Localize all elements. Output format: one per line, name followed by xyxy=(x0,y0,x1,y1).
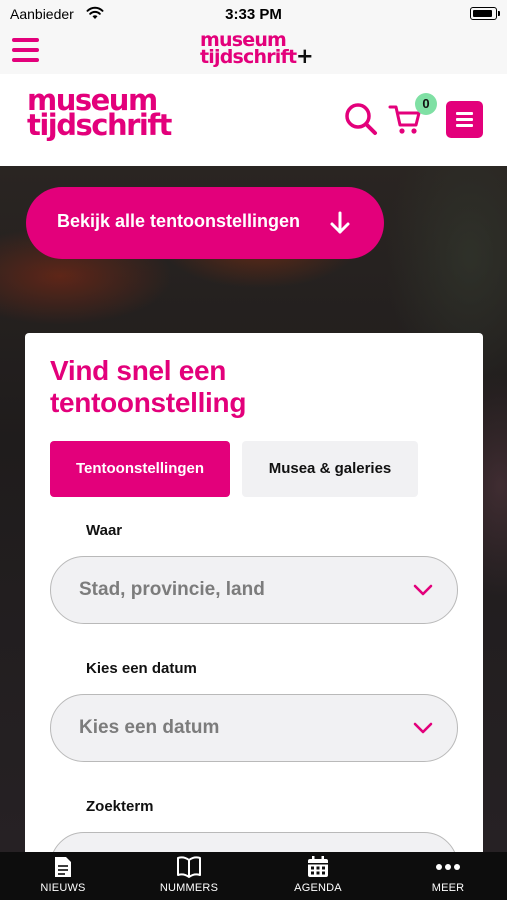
tab-issues[interactable]: NUMMERS xyxy=(126,852,252,900)
tab-issues-label: NUMMERS xyxy=(159,882,219,894)
battery-level xyxy=(472,9,493,17)
search-term-label: Zoekterm xyxy=(86,798,154,815)
menu-line xyxy=(456,118,473,121)
menu-line xyxy=(456,124,473,127)
exhibition-finder-card: Vind snel een tentoonstelling Tentoonste… xyxy=(25,333,483,852)
view-all-exhibitions-button[interactable]: Bekijk alle tentoonstellingen xyxy=(26,187,384,259)
site-logo[interactable]: museum tijdschrift xyxy=(27,86,172,142)
location-select[interactable]: Stad, provincie, land xyxy=(50,556,458,624)
date-select[interactable]: Kies een datum xyxy=(50,694,458,762)
search-term-input[interactable] xyxy=(50,832,458,852)
site-header: museum tijdschrift 0 xyxy=(0,74,507,166)
document-icon xyxy=(55,857,71,877)
status-bar: Aanbieder 3:33 PM xyxy=(0,0,507,28)
battery-icon xyxy=(470,7,500,20)
book-icon xyxy=(177,856,201,878)
location-label: Waar xyxy=(86,522,123,539)
bottom-tab-bar: NIEUWS NUMMERS AGENDA MEER xyxy=(0,852,507,900)
arrow-down-icon xyxy=(330,211,350,234)
status-time: 3:33 PM xyxy=(225,6,282,23)
hamburger-line xyxy=(12,58,39,62)
app-logo-line2: tijdschrift xyxy=(200,46,297,68)
main-menu-button[interactable] xyxy=(446,101,483,138)
cart-count-badge: 0 xyxy=(415,93,437,115)
tab-more-label: MEER xyxy=(431,882,465,894)
app-logo-plus: + xyxy=(296,44,314,68)
chevron-down-icon xyxy=(413,584,433,596)
tab-news[interactable]: NIEUWS xyxy=(0,852,126,900)
view-all-exhibitions-label: Bekijk alle tentoonstellingen xyxy=(57,211,301,231)
app-bar: museum tijdschrift + xyxy=(0,28,507,74)
hero-section: Bekijk alle tentoonstellingen Vind snel … xyxy=(0,166,507,852)
calendar-icon xyxy=(308,856,328,877)
tab-agenda-label: AGENDA xyxy=(294,882,342,894)
tab-exhibitions[interactable]: Tentoonstellingen xyxy=(50,441,230,497)
date-label: Kies een datum xyxy=(86,660,197,677)
app-menu-button[interactable] xyxy=(12,38,39,62)
chevron-down-icon xyxy=(413,722,433,734)
location-select-value: Stad, provincie, land xyxy=(79,579,265,600)
app-logo[interactable]: museum tijdschrift + xyxy=(200,31,314,68)
tab-agenda[interactable]: AGENDA xyxy=(255,852,381,900)
tab-news-label: NIEUWS xyxy=(40,882,86,894)
date-select-value: Kies een datum xyxy=(79,717,220,738)
hamburger-line xyxy=(12,48,39,52)
tab-museums-galleries[interactable]: Musea & galeries xyxy=(242,441,418,497)
menu-line xyxy=(456,112,473,115)
finder-title: Vind snel een tentoonstelling xyxy=(50,355,247,418)
search-icon[interactable] xyxy=(344,102,378,136)
site-logo-line2: tijdschrift xyxy=(27,108,172,142)
more-icon xyxy=(436,864,460,870)
tab-more[interactable]: MEER xyxy=(385,852,507,900)
hamburger-line xyxy=(12,38,39,42)
